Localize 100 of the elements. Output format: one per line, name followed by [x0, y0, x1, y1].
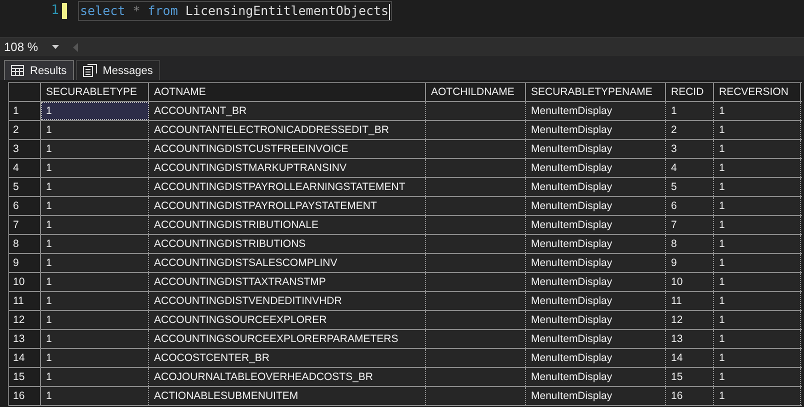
results-tab[interactable]: Messages — [76, 60, 160, 80]
column-header[interactable]: SECURABLETYPENAME — [526, 83, 666, 101]
row-number[interactable]: 15 — [9, 368, 41, 386]
table-cell: 9 — [666, 254, 714, 272]
column-header[interactable]: RECVERSION — [714, 83, 801, 101]
row-number[interactable]: 9 — [9, 254, 41, 272]
table-cell: ACCOUNTINGDISTRIBUTIONALE — [149, 216, 426, 234]
results-tab[interactable]: Results — [4, 60, 74, 80]
table-cell: 1 — [41, 330, 149, 348]
row-number[interactable]: 8 — [9, 235, 41, 253]
table-cell: 12 — [666, 311, 714, 329]
row-number[interactable]: 6 — [9, 197, 41, 215]
table-cell: 1 — [714, 197, 801, 215]
table-cell: ACCOUNTINGDISTPAYROLLPAYSTATEMENT — [149, 197, 426, 215]
row-number[interactable]: 13 — [9, 330, 41, 348]
table-cell: 1 — [41, 235, 149, 253]
table-cell: 1 — [666, 102, 714, 120]
table-cell: ACCOUNTINGDISTVENDEDITINVHDR — [149, 292, 426, 310]
table-cell: 6 — [666, 197, 714, 215]
table-cell: 1 — [714, 330, 801, 348]
table-cell: 1 — [41, 387, 149, 405]
table-cell: MenuItemDisplay — [526, 368, 666, 386]
grid-icon — [11, 65, 24, 76]
table-cell: 1 — [714, 159, 801, 177]
table-cell: MenuItemDisplay — [526, 387, 666, 405]
row-number[interactable]: 2 — [9, 121, 41, 139]
table-cell: 10 — [666, 273, 714, 291]
table-cell: MenuItemDisplay — [526, 349, 666, 367]
dropdown-arrow-icon — [52, 45, 60, 49]
table-cell: MenuItemDisplay — [526, 235, 666, 253]
table-cell: ACCOUNTANT_BR — [149, 102, 426, 120]
table-cell: 1 — [41, 292, 149, 310]
table-cell: 1 — [714, 140, 801, 158]
line-number: 1 — [50, 2, 59, 20]
table-cell: MenuItemDisplay — [526, 311, 666, 329]
table-cell: 1 — [714, 235, 801, 253]
table-cell: MenuItemDisplay — [526, 254, 666, 272]
table-cell: 1 — [41, 102, 149, 120]
column-header[interactable]: AOTNAME — [149, 83, 426, 101]
table-cell: ACCOUNTANTELECTRONICADDRESSEDIT_BR — [149, 121, 426, 139]
table-cell: 1 — [714, 178, 801, 196]
table-cell: 2 — [666, 121, 714, 139]
table-cell: 7 — [666, 216, 714, 234]
table-cell: 1 — [41, 197, 149, 215]
table-cell: 1 — [41, 216, 149, 234]
table-cell: ACCOUNTINGSOURCEEXPLORER — [149, 311, 426, 329]
row-number[interactable]: 7 — [9, 216, 41, 234]
table-cell: ACOCOSTCENTER_BR — [149, 349, 426, 367]
table-cell: 1 — [714, 349, 801, 367]
table-cell: 1 — [41, 349, 149, 367]
table-cell: MenuItemDisplay — [526, 159, 666, 177]
change-marker — [62, 3, 67, 19]
table-cell: ACCOUNTINGDISTSALESCOMPLINV — [149, 254, 426, 272]
column-header[interactable]: AOTCHILDNAME — [426, 83, 526, 101]
table-cell: MenuItemDisplay — [526, 273, 666, 291]
row-number[interactable]: 11 — [9, 292, 41, 310]
row-number[interactable]: 3 — [9, 140, 41, 158]
row-number[interactable]: 16 — [9, 387, 41, 405]
row-number[interactable]: 1 — [9, 102, 41, 120]
table-cell: 1 — [41, 178, 149, 196]
row-number[interactable]: 12 — [9, 311, 41, 329]
table-cell: 15 — [666, 368, 714, 386]
table-cell: ACCOUNTINGSOURCEEXPLORERPARAMETERS — [149, 330, 426, 348]
row-number[interactable]: 14 — [9, 349, 41, 367]
table-cell: 1 — [41, 311, 149, 329]
table-cell: 1 — [714, 311, 801, 329]
table-cell: 1 — [41, 121, 149, 139]
table-cell: 1 — [714, 254, 801, 272]
row-number[interactable]: 5 — [9, 178, 41, 196]
table-cell: 13 — [666, 330, 714, 348]
table-cell: 4 — [666, 159, 714, 177]
table-cell: 1 — [714, 216, 801, 234]
table-cell: 3 — [666, 140, 714, 158]
table-cell: ACCOUNTINGDISTTAXTRANSTMP — [149, 273, 426, 291]
table-cell: ACCOUNTINGDISTRIBUTIONS — [149, 235, 426, 253]
table-cell: 1 — [41, 254, 149, 272]
table-cell: 8 — [666, 235, 714, 253]
table-cell: ACCOUNTINGDISTMARKUPTRANSINV — [149, 159, 426, 177]
table-cell: ACTIONABLESUBMENUITEM — [149, 387, 426, 405]
table-cell: MenuItemDisplay — [526, 102, 666, 120]
table-cell: 11 — [666, 292, 714, 310]
table-cell: ACOJOURNALTABLEOVERHEADCOSTS_BR — [149, 368, 426, 386]
table-cell: 1 — [714, 368, 801, 386]
table-cell: MenuItemDisplay — [526, 216, 666, 234]
table-cell: 1 — [41, 159, 149, 177]
table-cell: ACCOUNTINGDISTCUSTFREEINVOICE — [149, 140, 426, 158]
row-number[interactable]: 10 — [9, 273, 41, 291]
table-cell: 1 — [714, 273, 801, 291]
table-cell: 1 — [41, 368, 149, 386]
row-number[interactable]: 4 — [9, 159, 41, 177]
table-cell: 1 — [714, 121, 801, 139]
table-cell: 5 — [666, 178, 714, 196]
table-cell: 14 — [666, 349, 714, 367]
table-cell: 1 — [714, 102, 801, 120]
table-cell: MenuItemDisplay — [526, 140, 666, 158]
column-header[interactable]: RECID — [666, 83, 714, 101]
scroll-left-icon[interactable] — [73, 42, 78, 52]
table-cell: MenuItemDisplay — [526, 121, 666, 139]
table-cell: 1 — [41, 273, 149, 291]
column-header[interactable]: SECURABLETYPE — [41, 83, 149, 101]
